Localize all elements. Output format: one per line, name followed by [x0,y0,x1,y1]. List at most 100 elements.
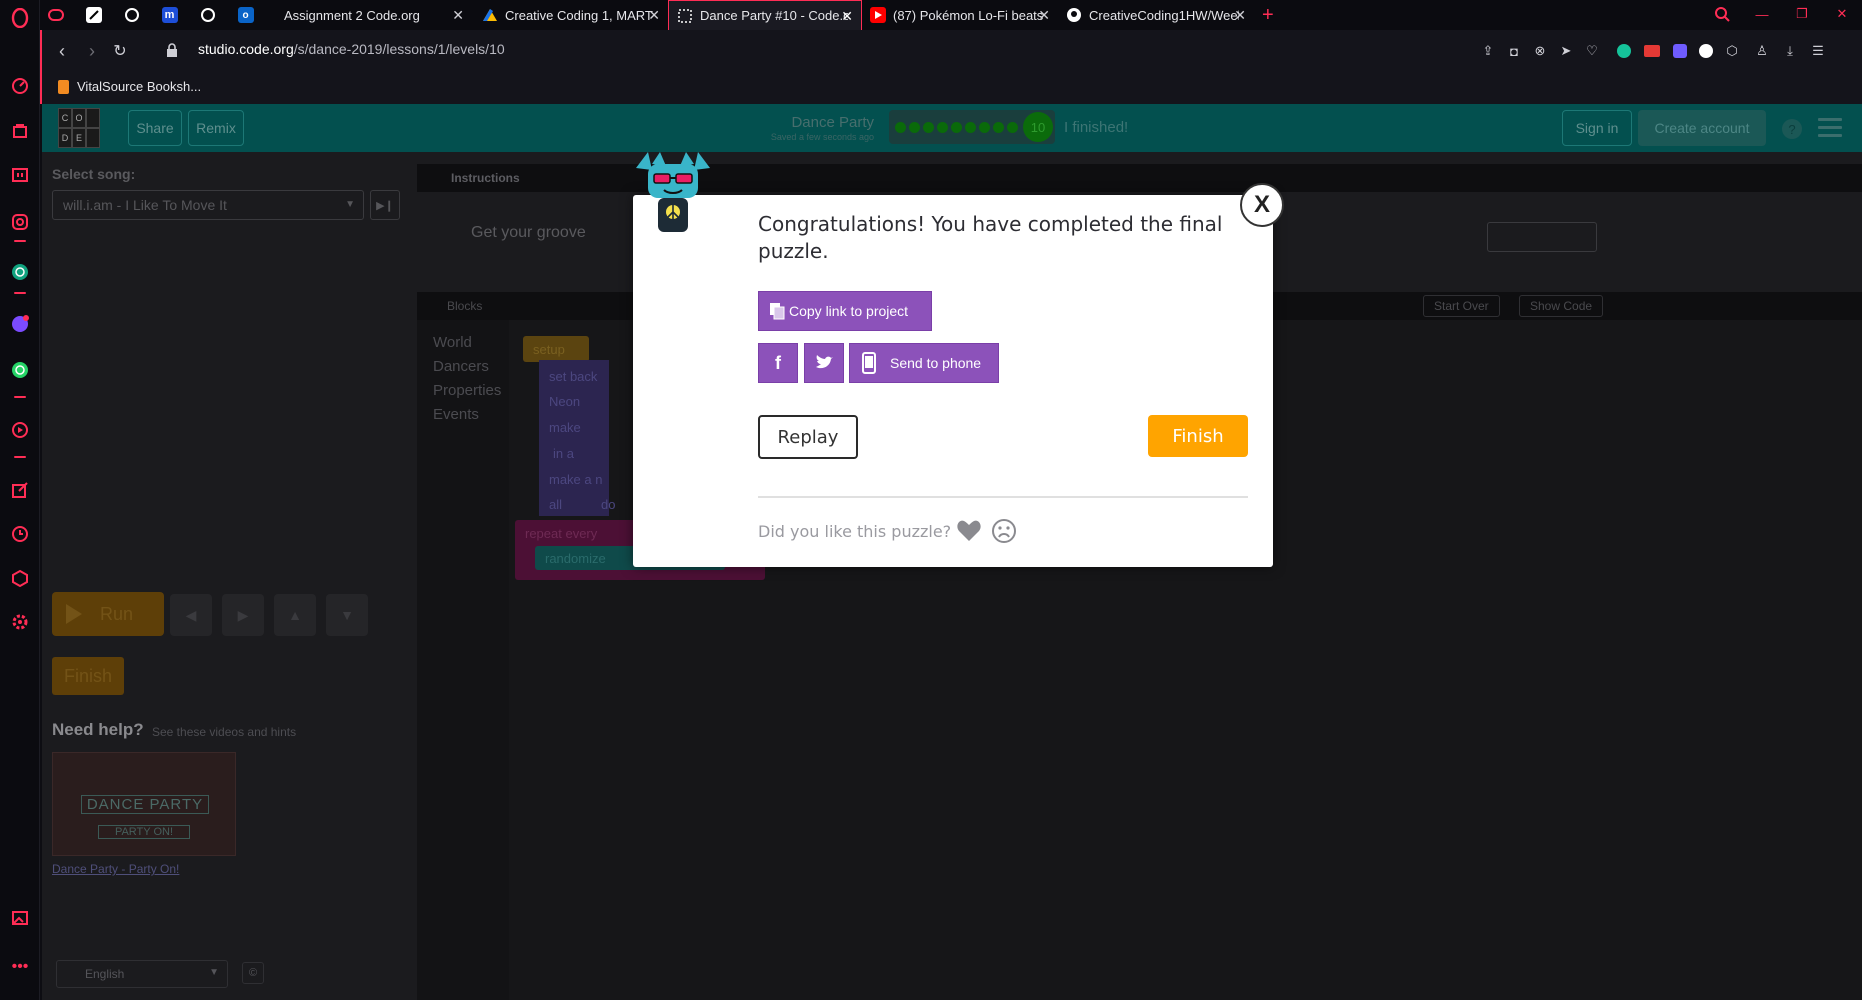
extensions-cube-icon[interactable]: ⬡ [1722,41,1742,61]
close-tab-icon[interactable]: ✕ [841,8,853,25]
pinned-tab-chatgpt[interactable] [116,0,154,30]
copyright-icon[interactable]: © [242,962,264,984]
level-dot[interactable] [923,121,934,133]
finish-dialog-button[interactable]: Finish [1148,415,1248,457]
speed-dial-icon[interactable] [8,74,32,98]
close-tab-icon[interactable]: ✕ [1038,7,1050,24]
level-dot[interactable] [993,121,1004,133]
up-arrow-button[interactable]: ▲ [274,594,316,636]
level-dot[interactable] [895,121,906,133]
start-over-button[interactable]: Start Over [1423,295,1500,317]
instagram-icon[interactable] [8,210,32,234]
share-icon[interactable]: ⇪ [1478,41,1498,61]
pinned-tab-gaming[interactable] [40,0,78,30]
replay-button[interactable]: Replay [758,415,858,459]
chatgpt-icon[interactable] [8,260,32,284]
level-dot[interactable] [979,121,990,133]
window-close-icon[interactable]: ✕ [1832,4,1852,24]
toolbox-category[interactable]: Properties [433,382,501,399]
camera-icon[interactable]: ◘ [1504,41,1524,61]
extensions-cube-icon[interactable] [8,566,32,590]
twitter-share-button[interactable] [804,343,844,383]
toolbox-category[interactable]: Dancers [433,358,489,375]
block-ads-icon[interactable]: ⊗ [1530,41,1550,61]
whatsapp-icon[interactable] [8,358,32,382]
remix-button[interactable]: Remix [188,110,244,146]
search-icon[interactable] [1712,4,1732,24]
level-dot[interactable] [951,121,962,133]
toolbox-category[interactable]: Events [433,406,479,423]
minimize-icon[interactable]: — [1752,4,1772,24]
code-org-logo[interactable]: CODE [58,108,100,148]
restore-icon[interactable]: ❐ [1792,4,1812,24]
help-icon[interactable]: ? [1782,119,1802,139]
right-arrow-button[interactable]: ▶ [222,594,264,636]
share-button[interactable]: Share [128,110,182,146]
create-account-button[interactable]: Create account [1638,110,1766,146]
current-level-badge[interactable]: 10 [1023,112,1053,142]
pinned-tab-notion[interactable] [78,0,116,30]
player-icon[interactable] [8,418,32,442]
edit-icon[interactable] [8,478,32,502]
tab-assignment[interactable]: Assignment 2 Code.org ✕ [272,0,472,30]
heart-like-icon[interactable] [955,517,983,545]
messenger-icon[interactable] [8,312,32,336]
audio-controls[interactable] [1487,222,1597,252]
opera-logo-icon[interactable] [8,6,32,30]
forward-button[interactable]: › [80,39,104,63]
tab-youtube[interactable]: (87) Pokémon Lo-Fi beats C ✕ [862,0,1058,30]
reload-icon[interactable]: ↻ [108,39,132,63]
run-button[interactable]: Run [52,592,164,636]
bookmark-item[interactable]: VitalSource Booksh... [58,79,201,94]
heart-icon[interactable]: ♡ [1582,41,1602,61]
video-link[interactable]: Dance Party - Party On! [52,862,179,876]
url-field[interactable]: studio.code.org/s/dance-2019/lessons/1/l… [198,41,505,57]
more-icon[interactable]: ••• [8,955,32,979]
extension-s-icon[interactable] [1696,41,1716,61]
pinned-tab-m[interactable]: m [154,0,192,30]
level-dot[interactable] [965,121,976,133]
left-arrow-button[interactable]: ◀ [170,594,212,636]
grammarly-icon[interactable] [1614,41,1634,61]
level-dot[interactable] [909,121,920,133]
tab-github[interactable]: CreativeCoding1HW/Week ✕ [1058,0,1254,30]
extension-red-icon[interactable] [1642,41,1662,61]
close-tab-icon[interactable]: ✕ [648,7,660,24]
send-icon[interactable]: ➤ [1556,41,1576,61]
send-to-phone-button[interactable]: Send to phone [849,343,999,383]
tab-instructions[interactable]: Instructions [451,171,520,185]
language-select[interactable]: English ▼ [56,960,228,988]
new-tab-button[interactable]: + [1262,0,1286,30]
gallery-icon[interactable] [8,906,32,930]
download-icon[interactable]: ⤓ [1780,41,1800,61]
down-arrow-button[interactable]: ▼ [326,594,368,636]
history-icon[interactable] [8,522,32,546]
profile-icon[interactable]: ♙ [1752,41,1772,61]
hamburger-menu-icon[interactable] [1818,118,1842,138]
show-code-button[interactable]: Show Code [1519,295,1604,317]
close-tab-icon[interactable]: ✕ [452,7,464,24]
tab-dance-party[interactable]: Dance Party #10 - Code.org ✕ [668,0,862,30]
extension-purple-icon[interactable] [1670,41,1690,61]
finish-button[interactable]: Finish [52,657,124,695]
copy-link-button[interactable]: Copy link to project [758,291,932,331]
toolbox-category[interactable]: World [433,334,472,351]
level-dot[interactable] [1007,121,1018,133]
twitch-icon[interactable] [8,164,32,188]
pinned-tab-chatgpt-2[interactable] [192,0,230,30]
shopping-bag-icon[interactable] [8,118,32,142]
song-preview-play-icon[interactable]: ▶❙ [370,190,400,220]
close-tab-icon[interactable]: ✕ [1234,7,1246,24]
sad-face-icon[interactable] [990,517,1018,545]
song-select[interactable]: will.i.am - I Like To Move It ▼ [52,190,364,220]
settings-gear-icon[interactable] [8,610,32,634]
video-thumbnail[interactable]: DANCE PARTY PARTY ON! [52,752,236,856]
back-button[interactable]: ‹ [50,39,74,63]
tab-creative-coding[interactable]: Creative Coding 1, MART 1 ✕ [472,0,668,30]
close-dialog-button[interactable]: X [1240,183,1284,227]
facebook-share-button[interactable]: f [758,343,798,383]
sign-in-button[interactable]: Sign in [1562,110,1632,146]
menu-icon[interactable]: ☰ [1808,41,1828,61]
pinned-tab-outlook[interactable]: o [230,0,268,30]
level-dot[interactable] [937,121,948,133]
